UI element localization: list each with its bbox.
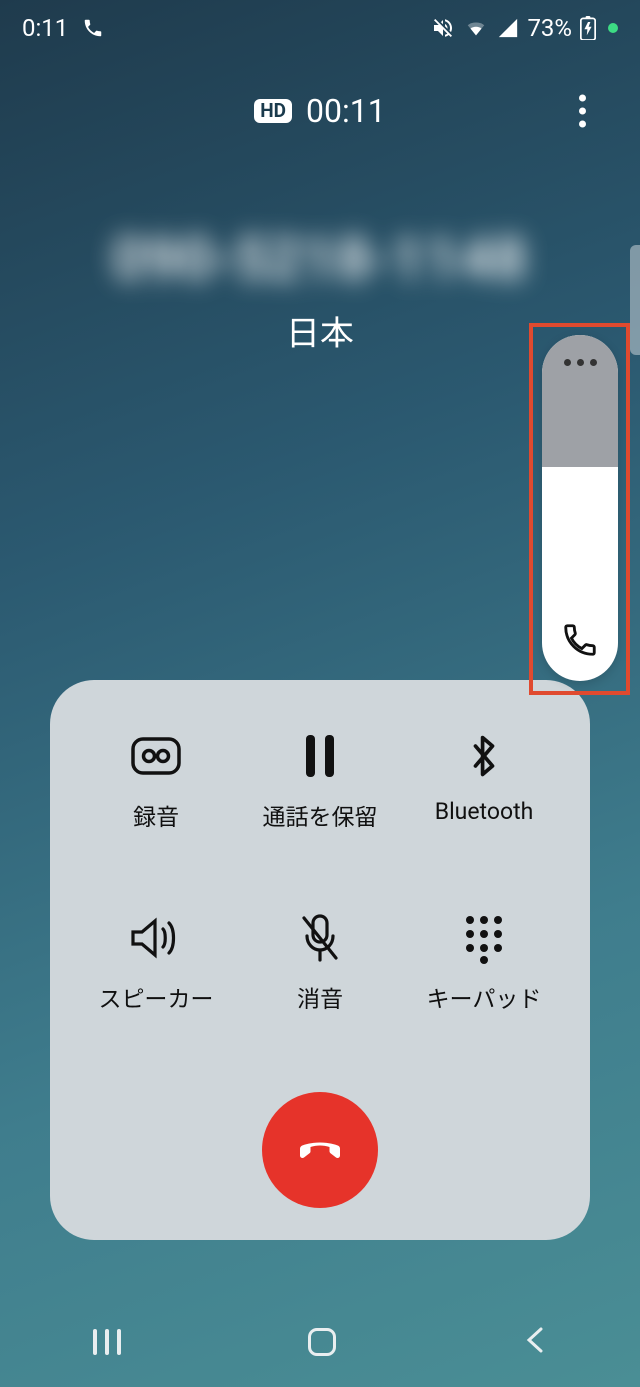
phone-status-icon: [82, 17, 104, 39]
call-screen: 0:11 73% HD 00:11 090-5218-1148 日本: [0, 0, 640, 1387]
bluetooth-icon: [467, 730, 501, 782]
end-call-button[interactable]: [262, 1092, 378, 1208]
mute-icon: [431, 16, 455, 40]
recording-indicator-dot: [608, 23, 618, 33]
wifi-icon: [463, 17, 489, 39]
status-bar: 0:11 73%: [0, 0, 640, 56]
more-options-button[interactable]: [579, 95, 586, 128]
speaker-label: スピーカー: [99, 980, 214, 1014]
keypad-icon: [462, 912, 506, 964]
signal-icon: [497, 17, 519, 39]
speaker-icon: [129, 912, 183, 964]
volume-slider-panel[interactable]: [542, 335, 618, 681]
hd-badge: HD: [254, 99, 292, 123]
nav-home-button[interactable]: [308, 1328, 336, 1356]
bluetooth-button[interactable]: Bluetooth: [402, 730, 566, 832]
edge-panel-handle[interactable]: [630, 245, 640, 355]
caller-region: 日本: [0, 306, 640, 355]
battery-icon: [580, 16, 596, 40]
battery-text: 73%: [527, 14, 572, 42]
mute-button[interactable]: 消音: [238, 912, 402, 1014]
volume-phone-icon: [561, 621, 599, 663]
nav-back-button[interactable]: [523, 1325, 547, 1359]
mute-label: 消音: [297, 980, 343, 1014]
hangup-icon: [290, 1120, 350, 1180]
call-header: HD 00:11: [0, 86, 640, 136]
caller-info: 090-5218-1148 日本: [0, 226, 640, 355]
record-label: 録音: [133, 798, 179, 832]
caller-number: 090-5218-1148: [0, 226, 640, 294]
hold-button[interactable]: 通話を保留: [238, 730, 402, 832]
nav-recent-button[interactable]: [93, 1329, 121, 1355]
system-nav-bar: [0, 1297, 640, 1387]
keypad-label: キーパッド: [427, 980, 542, 1014]
record-button[interactable]: 録音: [74, 730, 238, 832]
volume-expand-button[interactable]: [542, 335, 618, 467]
mic-off-icon: [298, 912, 342, 964]
call-duration: 00:11: [306, 92, 386, 130]
status-time: 0:11: [22, 14, 68, 42]
hold-label: 通話を保留: [263, 798, 378, 832]
record-icon: [130, 730, 182, 782]
pause-icon: [303, 730, 337, 782]
call-actions-panel: 録音 通話を保留 Bluetooth スピーカー: [50, 680, 590, 1240]
keypad-button[interactable]: キーパッド: [402, 912, 566, 1014]
speaker-button[interactable]: スピーカー: [74, 912, 238, 1014]
bluetooth-label: Bluetooth: [435, 798, 534, 825]
